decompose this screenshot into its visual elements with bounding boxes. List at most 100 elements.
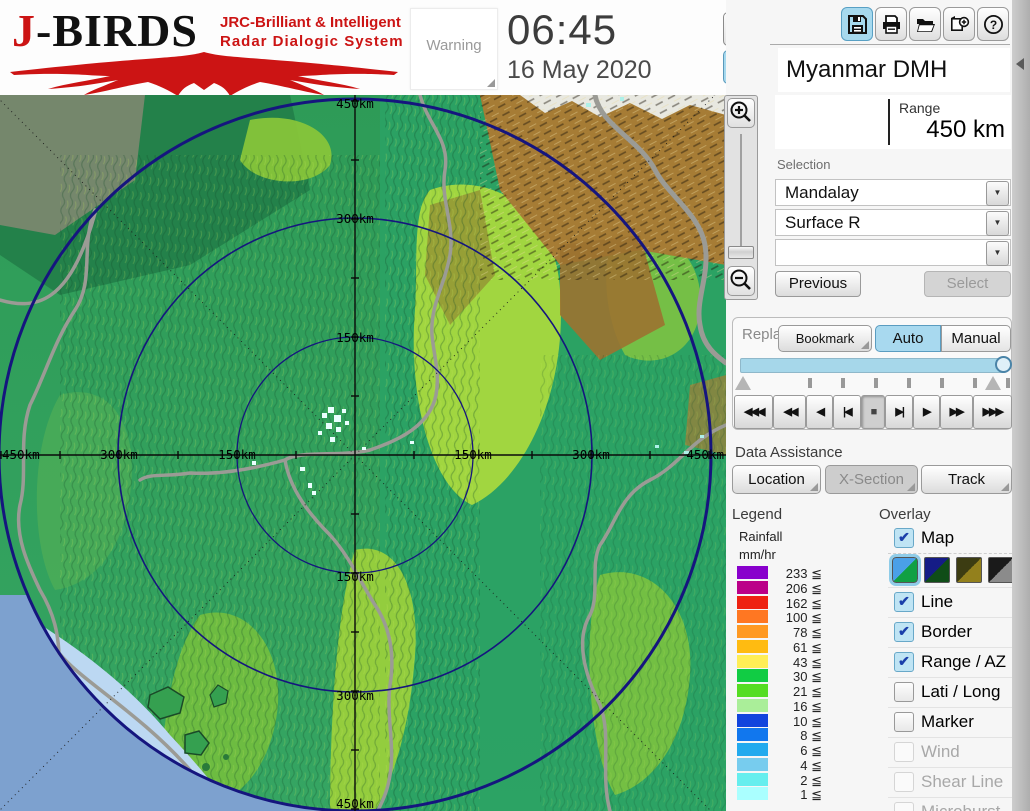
track-button[interactable]: Track [921,465,1012,494]
map-style-swatch-1[interactable] [889,554,921,586]
legend-color-swatch [737,639,768,653]
auto-button[interactable]: Auto [875,325,941,352]
legend-row: 43 ≦ [737,654,822,670]
rewind-button[interactable]: ◀◀ [773,395,807,429]
help-icon: ? [983,14,1004,35]
jbirds-app: J-BIRDS JRC-Brilliant & Intelligent Rada… [0,0,1030,811]
overlay-item-map[interactable]: ✔ Map [888,524,1012,553]
warning-label: Warning [426,37,482,54]
panel-splitter[interactable] [1012,0,1030,811]
x-section-button[interactable]: X-Section [825,465,918,494]
range-label-n450: 450km [336,96,374,111]
play-reverse-button[interactable]: ◀ [806,395,834,429]
legend-row: 6 ≦ [737,742,822,758]
checkbox-range-az[interactable]: ✔ [894,652,914,672]
bookmark-button[interactable]: Bookmark [778,325,872,352]
zoom-in-button[interactable] [727,98,755,128]
chevron-down-icon[interactable]: ▼ [986,181,1009,206]
stop-button[interactable]: ■ [860,395,886,429]
legend-row: 4 ≦ [737,757,822,773]
slider-tick [874,378,878,388]
range-label-e150: 150km [454,447,492,462]
manual-button[interactable]: Manual [941,325,1011,352]
range-label-n150: 150km [336,330,374,345]
checkbox-wind [894,742,914,762]
slider-end-marker-icon[interactable] [985,376,1001,390]
slider-handle-icon[interactable] [995,356,1012,373]
forward-fastest-button[interactable]: ▶▶▶ [972,395,1013,429]
map-style-swatch-2[interactable] [924,557,950,583]
chevron-down-icon[interactable]: ▼ [986,211,1009,236]
overlay-item-label: Shear Line [921,772,1004,791]
jbirds-logo: J-BIRDS JRC-Brilliant & Intelligent Rada… [8,2,408,96]
legend-color-swatch [737,787,768,801]
replay-slider[interactable] [740,356,1012,373]
checkbox-line[interactable]: ✔ [894,592,914,612]
legend-row: 30 ≦ [737,668,822,684]
overlay-item-wind[interactable]: Wind [888,737,1012,767]
legend-color-swatch [737,610,768,624]
product-dropdown[interactable]: Surface R ▼ [775,209,1011,236]
warning-panel[interactable]: Warning [410,8,498,90]
legend-color-swatch [737,654,768,668]
rewind-fastest-button[interactable]: ◀◀◀ [734,395,774,429]
zoom-out-button[interactable] [727,266,755,296]
checkbox-shear-line [894,772,914,792]
clock-time: 06:45 [507,6,618,53]
range-label-n300: 300km [336,211,374,226]
checkbox-map[interactable]: ✔ [894,528,914,548]
legend-row: 78 ≦ [737,624,822,640]
overlay-item-marker[interactable]: Marker [888,707,1012,737]
checkbox-marker[interactable] [894,712,914,732]
add-image-button[interactable] [943,7,975,41]
range-value: 450 km [926,116,1005,143]
help-button[interactable]: ? [977,7,1009,41]
legend-color-swatch [737,713,768,727]
map-style-swatch-3[interactable] [956,557,982,583]
legend-color-swatch [737,757,768,771]
play-button[interactable]: ▶ [913,395,940,429]
checkbox-microburst [894,802,914,811]
select-button[interactable]: Select [924,271,1011,297]
print-button[interactable] [875,7,907,41]
step-forward-button[interactable]: ▶| [885,395,913,429]
zoom-slider[interactable] [740,134,742,259]
step-back-button[interactable]: |◀ [833,395,861,429]
overlay-item-border[interactable]: ✔ Border [888,617,1012,647]
radar-map-display[interactable]: 450km 300km 150km 150km 300km 450km 450k… [0,95,726,811]
range-label-s300: 300km [336,688,374,703]
zoom-in-icon [730,101,751,122]
range-label-e300: 300km [572,447,610,462]
svg-text:?: ? [990,18,997,32]
checkbox-border[interactable]: ✔ [894,622,914,642]
zoom-slider-handle[interactable] [728,246,754,259]
overlay-label: Overlay [879,506,931,523]
overlay-item-line[interactable]: ✔ Line [888,587,1012,617]
overlay-item-lati-long[interactable]: Lati / Long [888,677,1012,707]
eagle-icon [10,52,398,96]
legend-color-swatch [737,743,768,756]
previous-button[interactable]: Previous [775,271,861,297]
overlay-item-microburst[interactable]: Microburst [888,797,1012,811]
legend-row: 162 ≦ [737,595,822,611]
extra-dropdown[interactable]: ▼ [775,239,1011,266]
chevron-down-icon[interactable]: ▼ [986,241,1009,266]
map-zoom-control [724,95,758,300]
save-button[interactable] [841,7,873,41]
open-folder-button[interactable] [909,7,941,41]
overlay-item-shear-line[interactable]: Shear Line [888,767,1012,797]
selection-label: Selection [777,157,831,172]
location-button[interactable]: Location [732,465,821,494]
site-dropdown[interactable]: Mandalay ▼ [775,179,1011,206]
slider-start-marker-icon[interactable] [735,376,751,390]
forward-button[interactable]: ▶▶ [939,395,973,429]
legend-row: 2 ≦ [737,772,822,788]
legend-color-swatch [737,625,768,638]
save-icon [848,15,867,34]
map-style-swatch-4[interactable] [988,557,1014,583]
open-folder-icon [917,19,935,32]
checkbox-lati-long[interactable] [894,682,914,702]
overlay-item-range-az[interactable]: ✔ Range / AZ [888,647,1012,677]
overlay-item-label: Range / AZ [921,652,1007,671]
product-dropdown-value: Surface R [785,213,861,232]
